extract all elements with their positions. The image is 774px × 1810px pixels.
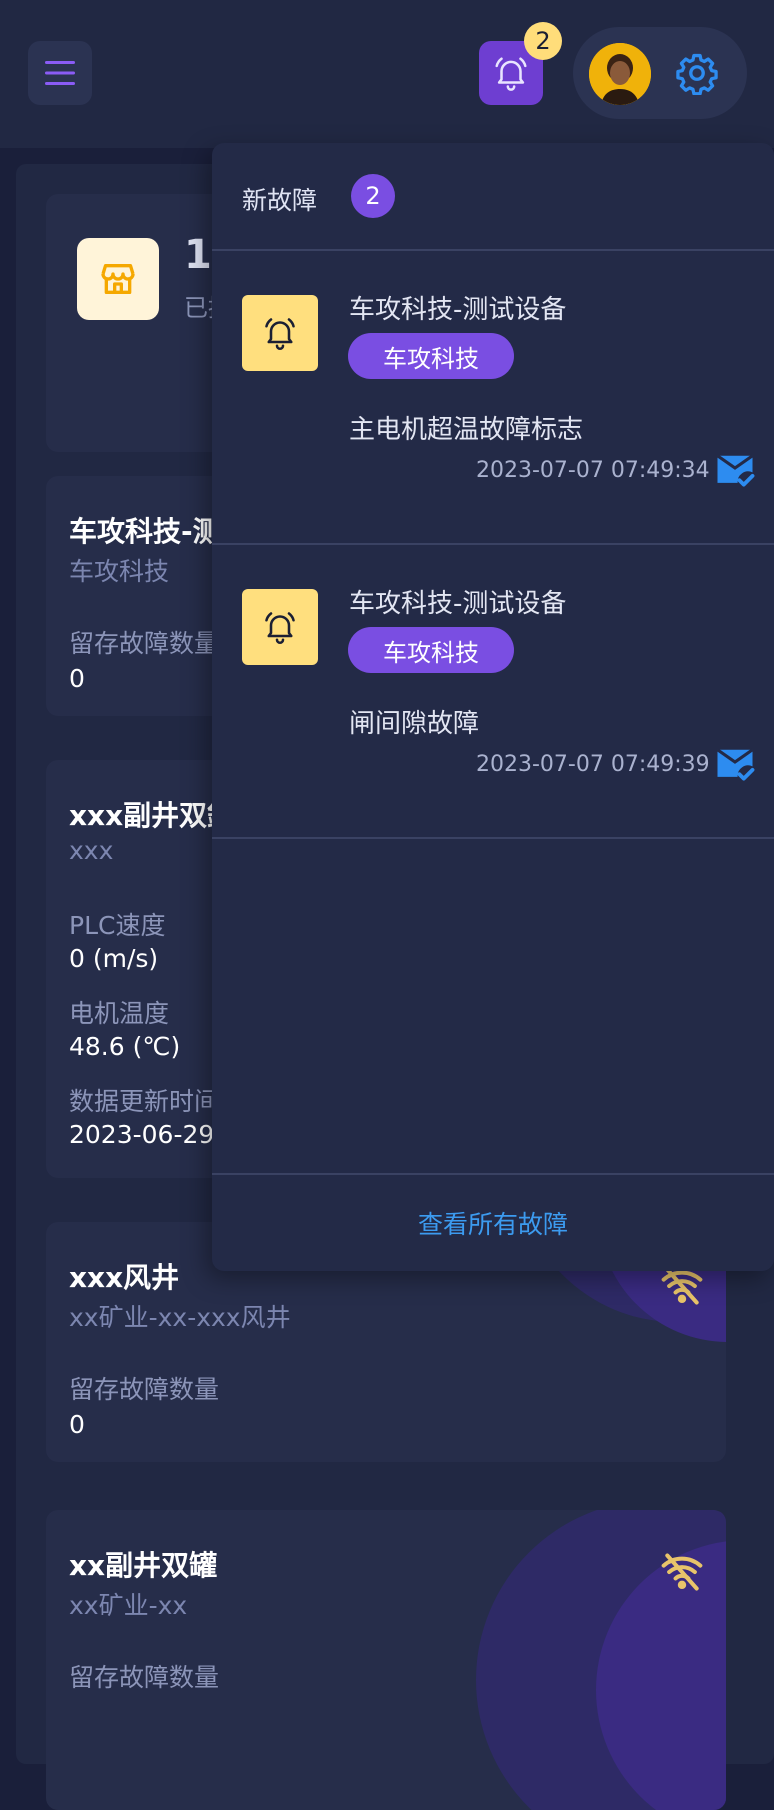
- device-card[interactable]: xx副井双罐 xx矿业-xx 留存故障数量: [46, 1510, 726, 1810]
- mark-read-mail-icon[interactable]: [714, 741, 756, 783]
- menu-icon: [45, 61, 75, 85]
- store-icon-tile: [77, 238, 159, 320]
- notifications-dropdown: 新故障 2 车攻科技-测试设备 车攻科技 主电机超温故障标志 2023-07-0…: [212, 143, 774, 1271]
- update-time-label: 数据更新时间: [69, 1087, 220, 1116]
- device-subtitle: 车攻科技: [69, 557, 170, 586]
- notification-device: 车攻科技-测试设备: [349, 295, 567, 325]
- notification-fault: 主电机超温故障标志: [349, 415, 584, 445]
- bell-icon: [495, 57, 527, 91]
- device-subtitle: xx矿业-xx-xxx风井: [69, 1303, 291, 1332]
- store-icon: [101, 264, 135, 294]
- notification-device: 车攻科技-测试设备: [349, 589, 567, 619]
- notification-time: 2023-07-07 07:49:34: [476, 458, 710, 483]
- motor-temp-label: 电机温度: [69, 999, 170, 1028]
- retained-faults-label: 留存故障数量: [69, 629, 220, 658]
- gear-icon[interactable]: [675, 51, 719, 95]
- device-title: 车攻科技-测: [69, 515, 221, 548]
- plc-speed-label: PLC速度: [69, 911, 166, 940]
- company-tag: 车攻科技: [348, 627, 514, 673]
- device-title: xx副井双罐: [69, 1549, 218, 1582]
- top-app-bar: 2: [0, 0, 774, 148]
- wifi-off-icon: [661, 1553, 703, 1591]
- plc-speed-value: 0 (m/s): [69, 944, 159, 973]
- avatar[interactable]: [589, 43, 651, 105]
- dropdown-count-badge: 2: [351, 174, 395, 218]
- mark-read-mail-icon[interactable]: [714, 447, 756, 489]
- retained-faults-label: 留存故障数量: [69, 1375, 220, 1404]
- motor-temp-value: 48.6 (℃): [69, 1032, 181, 1061]
- alarm-icon-tile: [242, 295, 318, 371]
- menu-button[interactable]: [28, 41, 92, 105]
- dropdown-header: 新故障 2: [212, 143, 774, 251]
- view-all-faults-label[interactable]: 查看所有故障: [418, 1205, 568, 1241]
- device-title: xxx风井: [69, 1261, 180, 1294]
- company-tag: 车攻科技: [348, 333, 514, 379]
- dropdown-title: 新故障: [242, 186, 318, 215]
- notification-item[interactable]: 车攻科技-测试设备 车攻科技 主电机超温故障标志 2023-07-07 07:4…: [212, 251, 774, 545]
- update-time-value: 2023-06-29: [69, 1120, 215, 1149]
- notification-fault: 闸间隙故障: [349, 709, 480, 739]
- notification-count-badge: 2: [524, 22, 562, 60]
- bell-icon: [265, 318, 295, 350]
- user-menu[interactable]: [573, 27, 747, 119]
- retained-faults-label: 留存故障数量: [69, 1663, 220, 1692]
- bell-icon: [265, 612, 295, 644]
- view-all-faults-link[interactable]: 查看所有故障: [212, 1173, 774, 1271]
- retained-faults-value: 0: [69, 664, 85, 693]
- device-subtitle: xxx: [69, 836, 114, 865]
- notification-time: 2023-07-07 07:49:39: [476, 752, 710, 777]
- notification-item[interactable]: 车攻科技-测试设备 车攻科技 闸间隙故障 2023-07-07 07:49:39: [212, 545, 774, 839]
- device-subtitle: xx矿业-xx: [69, 1591, 188, 1620]
- alarm-icon-tile: [242, 589, 318, 665]
- device-title: xxx副井双鑵: [69, 799, 236, 832]
- retained-faults-value: 0: [69, 1410, 85, 1439]
